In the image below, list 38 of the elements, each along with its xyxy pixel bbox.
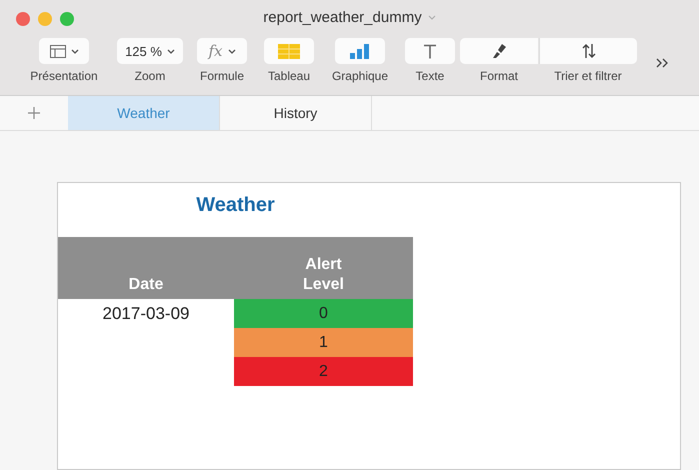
chart-button[interactable] [335,38,385,64]
bar-chart-icon [350,44,370,58]
toolbar-label: Format [480,69,518,83]
zoom-button[interactable]: 125 % [117,38,183,64]
table-icon [278,44,300,58]
table-title: Weather [195,193,276,218]
column-header: Alert Level [302,255,345,295]
caret-icon [228,48,236,54]
text-icon [423,44,437,58]
zoom-button[interactable] [60,12,74,26]
table-cell: 1 [234,328,413,357]
add-sheet-icon[interactable] [27,106,41,120]
table-cell: 2017-03-09 [102,304,190,323]
toolbar-label: Graphique [332,69,388,83]
toolbar-label: Tableau [268,69,310,83]
toolbar-label: Trier et filtrer [554,69,622,83]
sheet-tab[interactable]: History [220,96,372,130]
caret-icon[interactable] [428,14,436,20]
format-button[interactable] [460,38,538,64]
layout-button[interactable] [39,38,89,64]
minimize-button[interactable] [38,12,52,26]
table-cell: 0 [234,299,413,328]
sort-icon [580,43,596,59]
toolbar-label: Texte [416,69,444,83]
text-button[interactable] [405,38,455,64]
sidebar-icon [50,44,66,58]
table-button[interactable] [264,38,314,64]
close-button[interactable] [16,12,30,26]
caret-icon [166,48,175,54]
paintbrush-icon [491,43,507,59]
column-header: Date [128,275,164,295]
caret-icon [70,48,78,54]
toolbar-label: Présentation [30,69,98,83]
window-title: report_weather_dummy [263,8,422,26]
toolbar-label: Formule [200,69,244,83]
table-cell: 2 [234,357,413,386]
toolbar-label: Zoom [134,69,166,83]
overflow-icon[interactable] [656,58,670,68]
